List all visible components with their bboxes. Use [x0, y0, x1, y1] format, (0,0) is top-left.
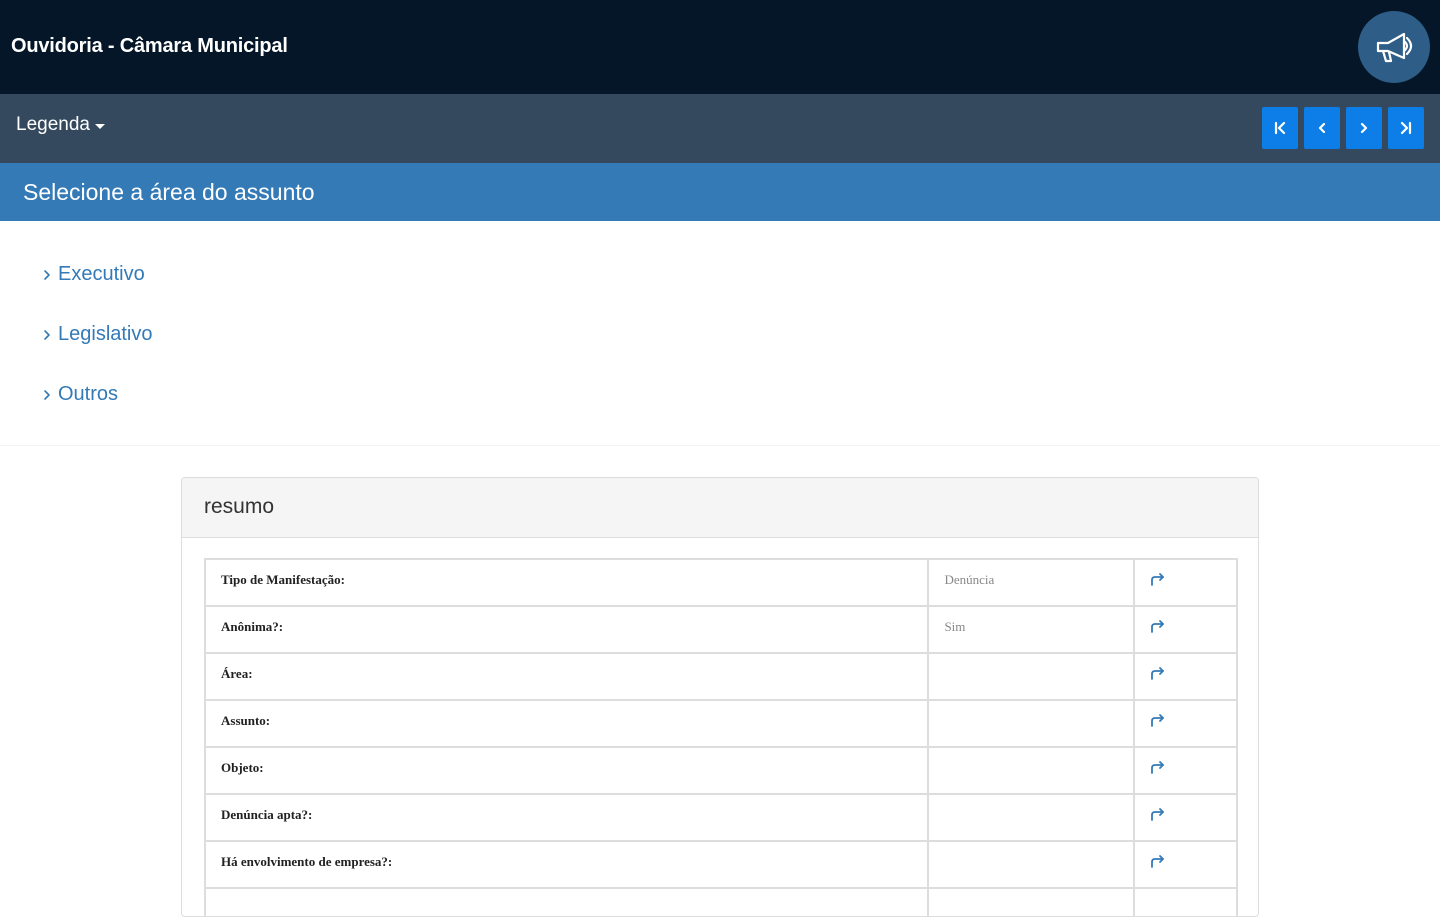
summary-panel-header: resumo: [182, 478, 1258, 538]
share-arrow-icon: [1151, 667, 1165, 680]
row-action-cell: [1133, 699, 1238, 748]
area-list: Executivo Legislativo Outros: [0, 221, 1440, 446]
previous-page-button[interactable]: [1304, 107, 1340, 149]
table-row: Denúncia apta?:: [203, 793, 1238, 842]
edit-row-button[interactable]: [1150, 666, 1166, 685]
summary-table: Tipo de Manifestação: Denúncia Anônima?: Si…: [203, 558, 1238, 916]
edit-row-button[interactable]: [1150, 807, 1166, 826]
row-action-cell: [1133, 840, 1238, 889]
row-action-cell: [1133, 652, 1238, 701]
row-value: Sim: [927, 605, 1136, 654]
area-label: Legislativo: [58, 323, 153, 345]
row-value: [927, 793, 1136, 842]
summary-title: resumo: [204, 495, 275, 518]
row-action-cell: [1133, 558, 1238, 607]
table-row: Área:: [203, 652, 1238, 701]
share-arrow-icon: [1151, 761, 1165, 774]
row-label: Objeto:: [203, 746, 930, 795]
row-label: [203, 887, 930, 916]
share-arrow-icon: [1151, 808, 1165, 821]
table-row: Assunto:: [203, 699, 1238, 748]
row-action-cell: [1133, 793, 1238, 842]
area-label: Outros: [58, 383, 119, 405]
skip-first-icon: [1274, 121, 1286, 135]
row-label: Assunto:: [203, 699, 930, 748]
app-header: Ouvidoria - Câmara Municipal: [0, 0, 1440, 94]
summary-panel: resumo Tipo de Manifestação: Denúncia Anôn…: [181, 477, 1259, 917]
row-value: [927, 840, 1136, 889]
pagination-controls: [1262, 107, 1424, 149]
app-title: Ouvidoria - Câmara Municipal: [11, 35, 288, 57]
row-value: [927, 699, 1136, 748]
row-label: Tipo de Manifestação:: [203, 558, 930, 607]
row-label: Há envolvimento de empresa?:: [203, 840, 930, 889]
toolbar: Legenda: [0, 94, 1440, 163]
edit-row-button[interactable]: [1150, 572, 1166, 591]
edit-row-button[interactable]: [1150, 854, 1166, 873]
area-link-executivo[interactable]: Executivo: [42, 263, 145, 286]
legenda-dropdown[interactable]: Legenda: [16, 114, 105, 136]
first-page-button[interactable]: [1262, 107, 1298, 149]
share-arrow-icon: [1151, 855, 1165, 868]
table-row: Anônima?: Sim: [203, 605, 1238, 654]
table-row: Tipo de Manifestação: Denúncia: [203, 558, 1238, 607]
row-value: Denúncia: [927, 558, 1136, 607]
area-link-legislativo[interactable]: Legislativo: [42, 323, 153, 346]
last-page-button[interactable]: [1388, 107, 1424, 149]
megaphone-button[interactable]: [1358, 11, 1430, 83]
legenda-label: Legenda: [16, 114, 90, 135]
row-action-cell: [1133, 605, 1238, 654]
share-arrow-icon: [1151, 714, 1165, 727]
chevron-right-icon: [42, 388, 52, 402]
section-heading: Selecione a área do assunto: [23, 179, 315, 205]
next-page-button[interactable]: [1346, 107, 1382, 149]
row-label: Denúncia apta?:: [203, 793, 930, 842]
table-row: [203, 887, 1238, 916]
row-label: Área:: [203, 652, 930, 701]
section-header: Selecione a área do assunto: [0, 163, 1440, 221]
area-label: Executivo: [58, 263, 145, 285]
chevron-left-icon: [1318, 122, 1326, 134]
chevron-right-icon: [42, 328, 52, 342]
row-action-cell: [1133, 746, 1238, 795]
row-action-cell: [1133, 887, 1238, 916]
table-row: Objeto:: [203, 746, 1238, 795]
row-label: Anônima?:: [203, 605, 930, 654]
row-value: [927, 652, 1136, 701]
caret-down-icon: [94, 123, 105, 129]
share-arrow-icon: [1151, 573, 1165, 586]
row-value: [927, 746, 1136, 795]
chevron-right-icon: [42, 268, 52, 282]
skip-last-icon: [1400, 121, 1412, 135]
share-arrow-icon: [1151, 620, 1165, 633]
area-link-outros[interactable]: Outros: [42, 383, 118, 406]
chevron-right-icon: [1360, 122, 1368, 134]
table-row: Há envolvimento de empresa?:: [203, 840, 1238, 889]
megaphone-icon: [1376, 32, 1413, 63]
edit-row-button[interactable]: [1150, 713, 1166, 732]
row-value: [927, 887, 1136, 916]
edit-row-button[interactable]: [1150, 760, 1166, 779]
edit-row-button[interactable]: [1150, 619, 1166, 638]
